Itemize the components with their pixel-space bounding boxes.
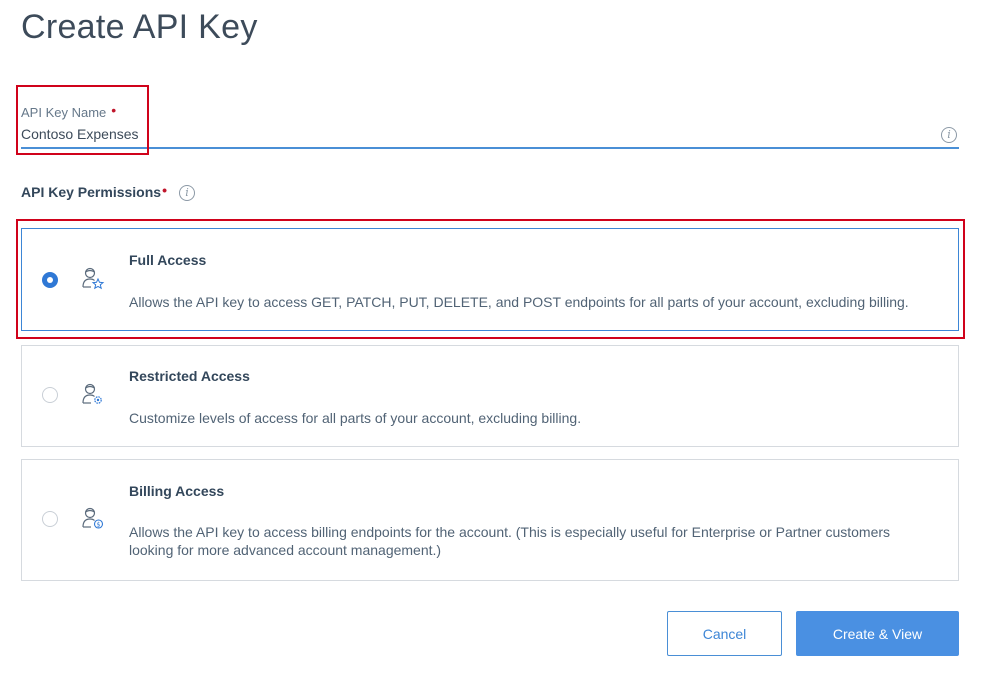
required-marker: • [162, 182, 167, 198]
api-key-name-field: API Key Name• i [21, 102, 959, 150]
permission-option-restricted-access[interactable]: Restricted Access Customize levels of ac… [21, 345, 959, 447]
cancel-button[interactable]: Cancel [667, 611, 782, 656]
input-underline [21, 147, 959, 149]
highlight-box-full-access [16, 219, 965, 339]
api-key-name-input[interactable] [21, 123, 921, 145]
info-icon[interactable]: i [179, 185, 195, 201]
permission-option-billing-access[interactable]: $ Billing Access Allows the API key to a… [21, 459, 959, 581]
user-gear-icon [82, 383, 102, 404]
info-icon[interactable]: i [941, 127, 957, 143]
option-title: Restricted Access [129, 368, 250, 384]
user-dollar-icon: $ [82, 507, 104, 529]
api-key-permissions-label: API Key Permissions• [21, 182, 167, 200]
page-title: Create API Key [21, 8, 258, 46]
highlight-box-name-field [16, 85, 149, 155]
option-title: Billing Access [129, 483, 225, 499]
api-key-permissions-label-text: API Key Permissions [21, 184, 162, 200]
radio-restricted-access[interactable] [42, 387, 58, 403]
svg-text:$: $ [96, 521, 100, 529]
option-description: Allows the API key to access billing end… [129, 524, 891, 558]
option-description: Customize levels of access for all parts… [129, 410, 582, 426]
create-and-view-button[interactable]: Create & View [796, 611, 959, 656]
radio-billing-access[interactable] [42, 511, 58, 527]
create-api-key-page: Create API Key API Key Name• i API Key P… [0, 0, 1000, 685]
